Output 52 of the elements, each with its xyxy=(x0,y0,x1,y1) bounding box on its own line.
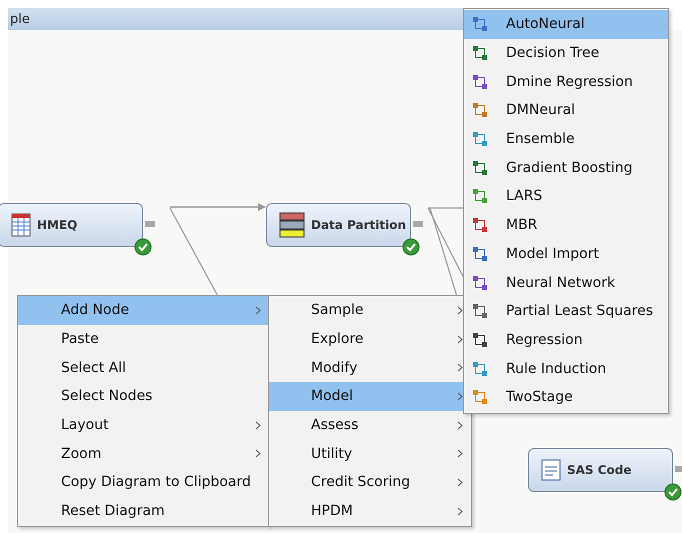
node-label: Data Partition xyxy=(311,218,406,232)
menu-item[interactable]: Model Import xyxy=(464,240,668,268)
diagram-node[interactable]: SAS Code xyxy=(528,448,673,492)
node-tool-icon xyxy=(472,131,488,148)
menu-item[interactable]: Select All xyxy=(18,353,269,382)
node-tool-icon xyxy=(472,389,488,406)
diagram-node[interactable]: HMEQ xyxy=(0,203,143,247)
menu-item[interactable]: Copy Diagram to Clipboard xyxy=(18,468,269,497)
menu-item[interactable]: Zoom xyxy=(18,439,269,468)
menu-item[interactable]: Layout xyxy=(18,410,269,440)
menu-item[interactable]: Rule Induction xyxy=(464,354,668,383)
menu-item[interactable]: Ensemble xyxy=(464,124,668,154)
code-icon xyxy=(541,459,561,481)
menu-item[interactable]: HPDM xyxy=(269,496,471,526)
menu-item[interactable]: LARS xyxy=(464,182,668,211)
menu-item[interactable]: Dmine Regression xyxy=(464,67,668,96)
node-tool-icon xyxy=(472,360,488,377)
menu-item[interactable]: AutoNeural xyxy=(464,10,668,39)
node-tool-icon xyxy=(472,246,488,262)
menu-item[interactable]: Decision Tree xyxy=(464,38,668,68)
node-tool-icon xyxy=(472,16,488,32)
table-icon xyxy=(11,213,31,237)
menu-item[interactable]: Utility xyxy=(269,439,471,468)
node-tool-icon xyxy=(472,45,488,62)
menu-item[interactable]: Gradient Boosting xyxy=(464,153,668,182)
node-label: SAS Code xyxy=(567,463,632,477)
output-port xyxy=(675,466,682,472)
node-tool-icon xyxy=(472,217,488,234)
menu-item[interactable]: Neural Network xyxy=(464,268,668,297)
output-port xyxy=(145,221,155,227)
menu-item[interactable]: DMNeural xyxy=(464,96,668,125)
window-title: ple xyxy=(9,12,30,27)
node-tool-icon xyxy=(472,102,488,118)
menu-item[interactable]: Add Node xyxy=(18,296,269,325)
menu-item[interactable]: Credit Scoring xyxy=(269,468,471,497)
menu-item[interactable]: Select Nodes xyxy=(18,382,269,411)
output-port xyxy=(413,221,423,227)
menu-item[interactable]: Assess xyxy=(269,410,471,440)
node-tool-icon xyxy=(472,160,488,176)
node-tool-icon xyxy=(472,303,488,320)
menu-item[interactable]: Regression xyxy=(464,326,668,354)
menu-item[interactable]: Paste xyxy=(18,324,269,354)
node-tool-icon xyxy=(472,332,488,348)
node-label: HMEQ xyxy=(37,218,78,232)
node-tool-icon xyxy=(472,274,488,291)
node-tool-icon xyxy=(472,188,488,204)
menu-item[interactable]: Partial Least Squares xyxy=(464,296,668,326)
menu-item[interactable]: MBR xyxy=(464,210,668,240)
partition-icon xyxy=(279,212,305,238)
diagram-node[interactable]: Data Partition xyxy=(266,203,411,247)
node-tool-icon xyxy=(472,74,488,90)
menu-item[interactable]: Reset Diagram xyxy=(18,496,269,526)
